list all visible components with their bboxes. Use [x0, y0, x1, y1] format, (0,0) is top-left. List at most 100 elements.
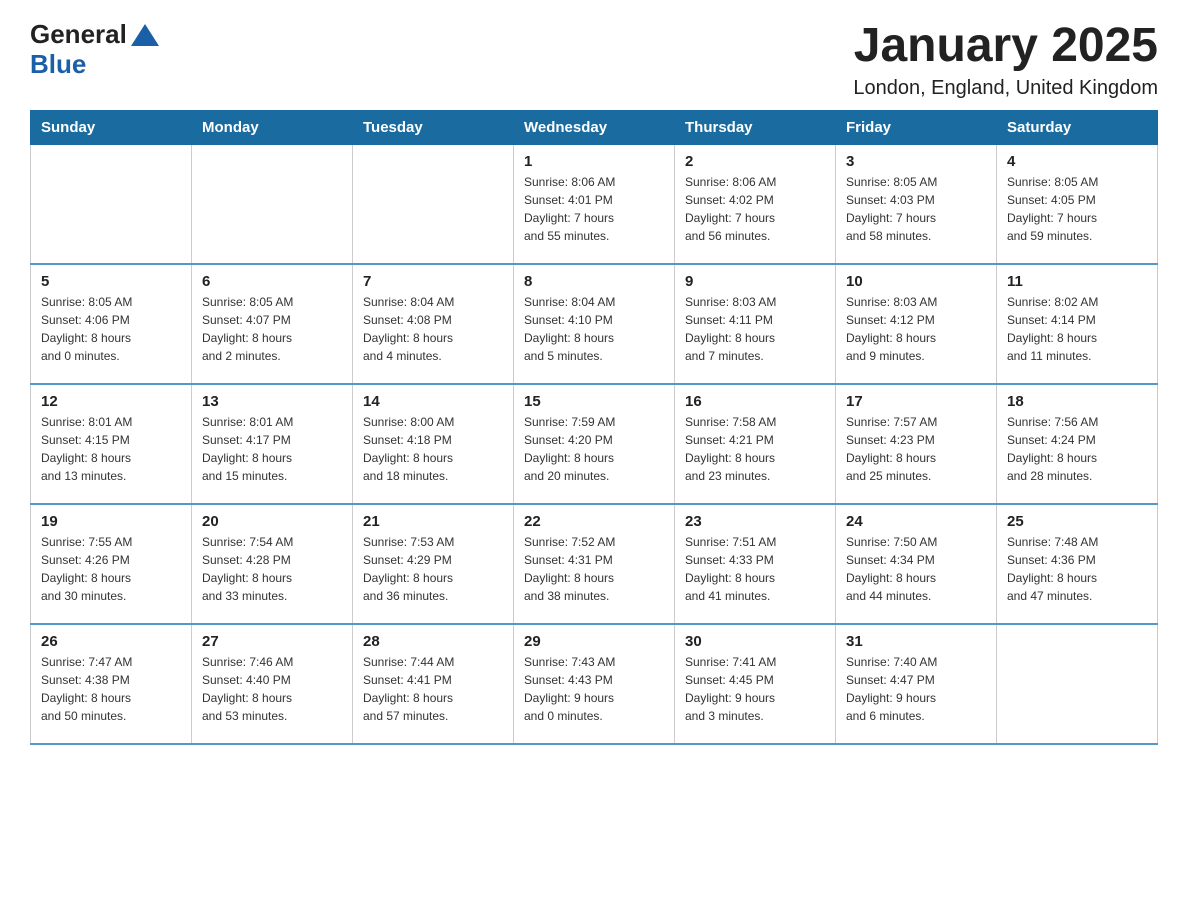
day-number: 30: [685, 633, 825, 650]
day-number: 29: [524, 633, 664, 650]
calendar-title: January 2025: [853, 20, 1158, 73]
day-header-saturday: Saturday: [997, 110, 1158, 144]
calendar-cell: 27 Sunrise: 7:46 AM Sunset: 4:40 PM Dayli…: [192, 624, 353, 744]
calendar-cell: 2 Sunrise: 8:06 AM Sunset: 4:02 PM Daylig…: [675, 144, 836, 264]
day-info: Sunrise: 8:00 AM Sunset: 4:18 PM Dayligh…: [363, 413, 503, 485]
calendar-cell: 26Sunrise: 7:47 AM Sunset: 4:38 PM Dayli…: [31, 624, 192, 744]
day-info: Sunrise: 7:48 AM Sunset: 4:36 PM Dayligh…: [1007, 533, 1147, 605]
calendar-cell: 7 Sunrise: 8:04 AM Sunset: 4:08 PM Daylig…: [353, 264, 514, 384]
title-block: January 2025 London, England, United Kin…: [853, 20, 1158, 100]
day-number: 23: [685, 513, 825, 530]
day-info: Sunrise: 7:55 AM Sunset: 4:26 PM Dayligh…: [41, 533, 181, 605]
day-number: 27: [202, 633, 342, 650]
day-number: 12: [41, 393, 181, 410]
day-info: Sunrise: 8:01 AM Sunset: 4:15 PM Dayligh…: [41, 413, 181, 485]
calendar-cell: 4 Sunrise: 8:05 AM Sunset: 4:05 PM Daylig…: [997, 144, 1158, 264]
day-number: 13: [202, 393, 342, 410]
calendar-cell: 12 Sunrise: 8:01 AM Sunset: 4:15 PM Dayli…: [31, 384, 192, 504]
calendar-cell: [31, 144, 192, 264]
day-number: 10: [846, 273, 986, 290]
calendar-cell: 13Sunrise: 8:01 AM Sunset: 4:17 PM Dayli…: [192, 384, 353, 504]
logo-general-text: General: [30, 19, 127, 49]
calendar-cell: 6 Sunrise: 8:05 AM Sunset: 4:07 PM Daylig…: [192, 264, 353, 384]
calendar-cell: 30Sunrise: 7:41 AM Sunset: 4:45 PM Dayli…: [675, 624, 836, 744]
calendar-cell: 18Sunrise: 7:56 AM Sunset: 4:24 PM Dayli…: [997, 384, 1158, 504]
calendar-header-row: SundayMondayTuesdayWednesdayThursdayFrid…: [31, 110, 1158, 144]
calendar-cell: 1 Sunrise: 8:06 AM Sunset: 4:01 PM Daylig…: [514, 144, 675, 264]
calendar-cell: 10 Sunrise: 8:03 AM Sunset: 4:12 PM Dayli…: [836, 264, 997, 384]
day-info: Sunrise: 7:47 AM Sunset: 4:38 PM Dayligh…: [41, 653, 181, 725]
day-number: 20: [202, 513, 342, 530]
day-info: Sunrise: 8:05 AM Sunset: 4:05 PM Dayligh…: [1007, 173, 1147, 245]
calendar-cell: 8Sunrise: 8:04 AM Sunset: 4:10 PM Daylig…: [514, 264, 675, 384]
day-info: Sunrise: 7:43 AM Sunset: 4:43 PM Dayligh…: [524, 653, 664, 725]
day-number: 11: [1007, 273, 1147, 290]
day-number: 4: [1007, 153, 1147, 170]
day-number: 19: [41, 513, 181, 530]
day-info: Sunrise: 8:04 AM Sunset: 4:08 PM Dayligh…: [363, 293, 503, 365]
day-info: Sunrise: 7:56 AM Sunset: 4:24 PM Dayligh…: [1007, 413, 1147, 485]
calendar-cell: 17 Sunrise: 7:57 AM Sunset: 4:23 PM Dayli…: [836, 384, 997, 504]
calendar-week-row: 12 Sunrise: 8:01 AM Sunset: 4:15 PM Dayli…: [31, 384, 1158, 504]
day-number: 17: [846, 393, 986, 410]
calendar-cell: 5Sunrise: 8:05 AM Sunset: 4:06 PM Daylig…: [31, 264, 192, 384]
day-number: 22: [524, 513, 664, 530]
calendar-cell: 28Sunrise: 7:44 AM Sunset: 4:41 PM Dayli…: [353, 624, 514, 744]
day-info: Sunrise: 7:40 AM Sunset: 4:47 PM Dayligh…: [846, 653, 986, 725]
calendar-cell: 9Sunrise: 8:03 AM Sunset: 4:11 PM Daylig…: [675, 264, 836, 384]
calendar-cell: 25 Sunrise: 7:48 AM Sunset: 4:36 PM Dayli…: [997, 504, 1158, 624]
day-info: Sunrise: 7:53 AM Sunset: 4:29 PM Dayligh…: [363, 533, 503, 605]
page-header: General Blue January 2025 London, Englan…: [30, 20, 1158, 100]
day-number: 28: [363, 633, 503, 650]
calendar-week-row: 1 Sunrise: 8:06 AM Sunset: 4:01 PM Daylig…: [31, 144, 1158, 264]
day-number: 7: [363, 273, 503, 290]
calendar-cell: [192, 144, 353, 264]
day-number: 21: [363, 513, 503, 530]
day-info: Sunrise: 8:05 AM Sunset: 4:06 PM Dayligh…: [41, 293, 181, 365]
calendar-cell: 21 Sunrise: 7:53 AM Sunset: 4:29 PM Dayli…: [353, 504, 514, 624]
day-number: 6: [202, 273, 342, 290]
day-info: Sunrise: 8:04 AM Sunset: 4:10 PM Dayligh…: [524, 293, 664, 365]
calendar-cell: 15Sunrise: 7:59 AM Sunset: 4:20 PM Dayli…: [514, 384, 675, 504]
calendar-week-row: 26Sunrise: 7:47 AM Sunset: 4:38 PM Dayli…: [31, 624, 1158, 744]
day-number: 3: [846, 153, 986, 170]
calendar-table: SundayMondayTuesdayWednesdayThursdayFrid…: [30, 110, 1158, 746]
day-info: Sunrise: 8:05 AM Sunset: 4:03 PM Dayligh…: [846, 173, 986, 245]
calendar-subtitle: London, England, United Kingdom: [853, 77, 1158, 100]
day-number: 2: [685, 153, 825, 170]
day-header-tuesday: Tuesday: [353, 110, 514, 144]
day-info: Sunrise: 7:46 AM Sunset: 4:40 PM Dayligh…: [202, 653, 342, 725]
calendar-cell: 23Sunrise: 7:51 AM Sunset: 4:33 PM Dayli…: [675, 504, 836, 624]
day-number: 9: [685, 273, 825, 290]
day-number: 24: [846, 513, 986, 530]
day-info: Sunrise: 7:52 AM Sunset: 4:31 PM Dayligh…: [524, 533, 664, 605]
calendar-cell: 19 Sunrise: 7:55 AM Sunset: 4:26 PM Dayli…: [31, 504, 192, 624]
calendar-cell: 31Sunrise: 7:40 AM Sunset: 4:47 PM Dayli…: [836, 624, 997, 744]
calendar-cell: 24 Sunrise: 7:50 AM Sunset: 4:34 PM Dayli…: [836, 504, 997, 624]
day-info: Sunrise: 8:06 AM Sunset: 4:02 PM Dayligh…: [685, 173, 825, 245]
calendar-cell: 16 Sunrise: 7:58 AM Sunset: 4:21 PM Dayli…: [675, 384, 836, 504]
day-info: Sunrise: 7:57 AM Sunset: 4:23 PM Dayligh…: [846, 413, 986, 485]
calendar-cell: 29 Sunrise: 7:43 AM Sunset: 4:43 PM Dayli…: [514, 624, 675, 744]
day-header-wednesday: Wednesday: [514, 110, 675, 144]
day-number: 15: [524, 393, 664, 410]
day-info: Sunrise: 8:05 AM Sunset: 4:07 PM Dayligh…: [202, 293, 342, 365]
day-info: Sunrise: 8:03 AM Sunset: 4:12 PM Dayligh…: [846, 293, 986, 365]
day-header-sunday: Sunday: [31, 110, 192, 144]
calendar-cell: 20 Sunrise: 7:54 AM Sunset: 4:28 PM Dayli…: [192, 504, 353, 624]
calendar-cell: 11 Sunrise: 8:02 AM Sunset: 4:14 PM Dayli…: [997, 264, 1158, 384]
calendar-cell: 3 Sunrise: 8:05 AM Sunset: 4:03 PM Daylig…: [836, 144, 997, 264]
day-info: Sunrise: 8:02 AM Sunset: 4:14 PM Dayligh…: [1007, 293, 1147, 365]
day-info: Sunrise: 7:50 AM Sunset: 4:34 PM Dayligh…: [846, 533, 986, 605]
day-header-thursday: Thursday: [675, 110, 836, 144]
calendar-cell: 14Sunrise: 8:00 AM Sunset: 4:18 PM Dayli…: [353, 384, 514, 504]
logo: General Blue: [30, 20, 159, 78]
day-number: 16: [685, 393, 825, 410]
day-number: 25: [1007, 513, 1147, 530]
day-info: Sunrise: 7:54 AM Sunset: 4:28 PM Dayligh…: [202, 533, 342, 605]
day-info: Sunrise: 8:06 AM Sunset: 4:01 PM Dayligh…: [524, 173, 664, 245]
day-header-friday: Friday: [836, 110, 997, 144]
day-info: Sunrise: 7:58 AM Sunset: 4:21 PM Dayligh…: [685, 413, 825, 485]
day-number: 1: [524, 153, 664, 170]
calendar-week-row: 5Sunrise: 8:05 AM Sunset: 4:06 PM Daylig…: [31, 264, 1158, 384]
